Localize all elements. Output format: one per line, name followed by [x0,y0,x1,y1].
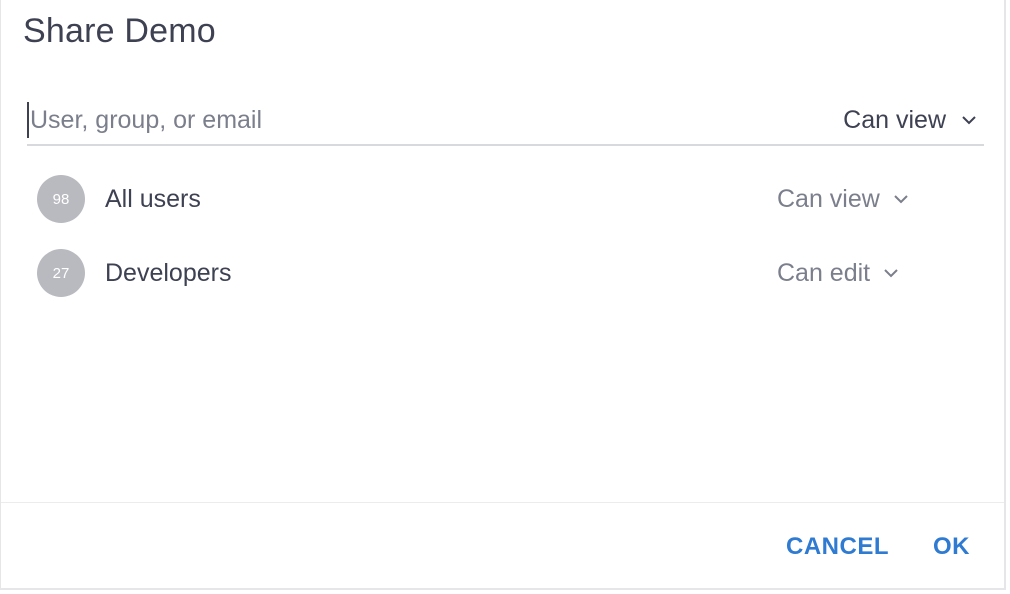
share-row-developers: 27 Developers Can edit [37,249,917,297]
share-dialog: Share Demo Can view 98 All users Can vie… [0,0,1006,590]
share-row-all-users: 98 All users Can view [37,175,917,223]
permission-dropdown[interactable]: Can edit [777,249,900,297]
share-search-row: Can view [27,96,984,146]
permission-dropdown[interactable]: Can view [777,175,910,223]
dialog-title: Share Demo [23,12,216,50]
share-name: Developers [105,258,232,287]
share-list: 98 All users Can view 27 Developers Can … [37,175,917,323]
cancel-button[interactable]: CANCEL [786,533,889,561]
default-permission-dropdown[interactable]: Can view [843,100,978,140]
chevron-down-icon [884,269,898,278]
dialog-footer: CANCEL OK [1,502,1004,591]
share-name: All users [105,184,201,213]
chevron-down-icon [894,195,908,204]
ok-button[interactable]: OK [933,533,970,561]
avatar: 27 [37,249,85,297]
permission-label: Can view [777,184,880,213]
default-permission-label: Can view [843,105,946,134]
avatar: 98 [37,175,85,223]
chevron-down-icon [962,116,976,125]
permission-label: Can edit [777,258,871,287]
search-input[interactable] [27,102,730,138]
